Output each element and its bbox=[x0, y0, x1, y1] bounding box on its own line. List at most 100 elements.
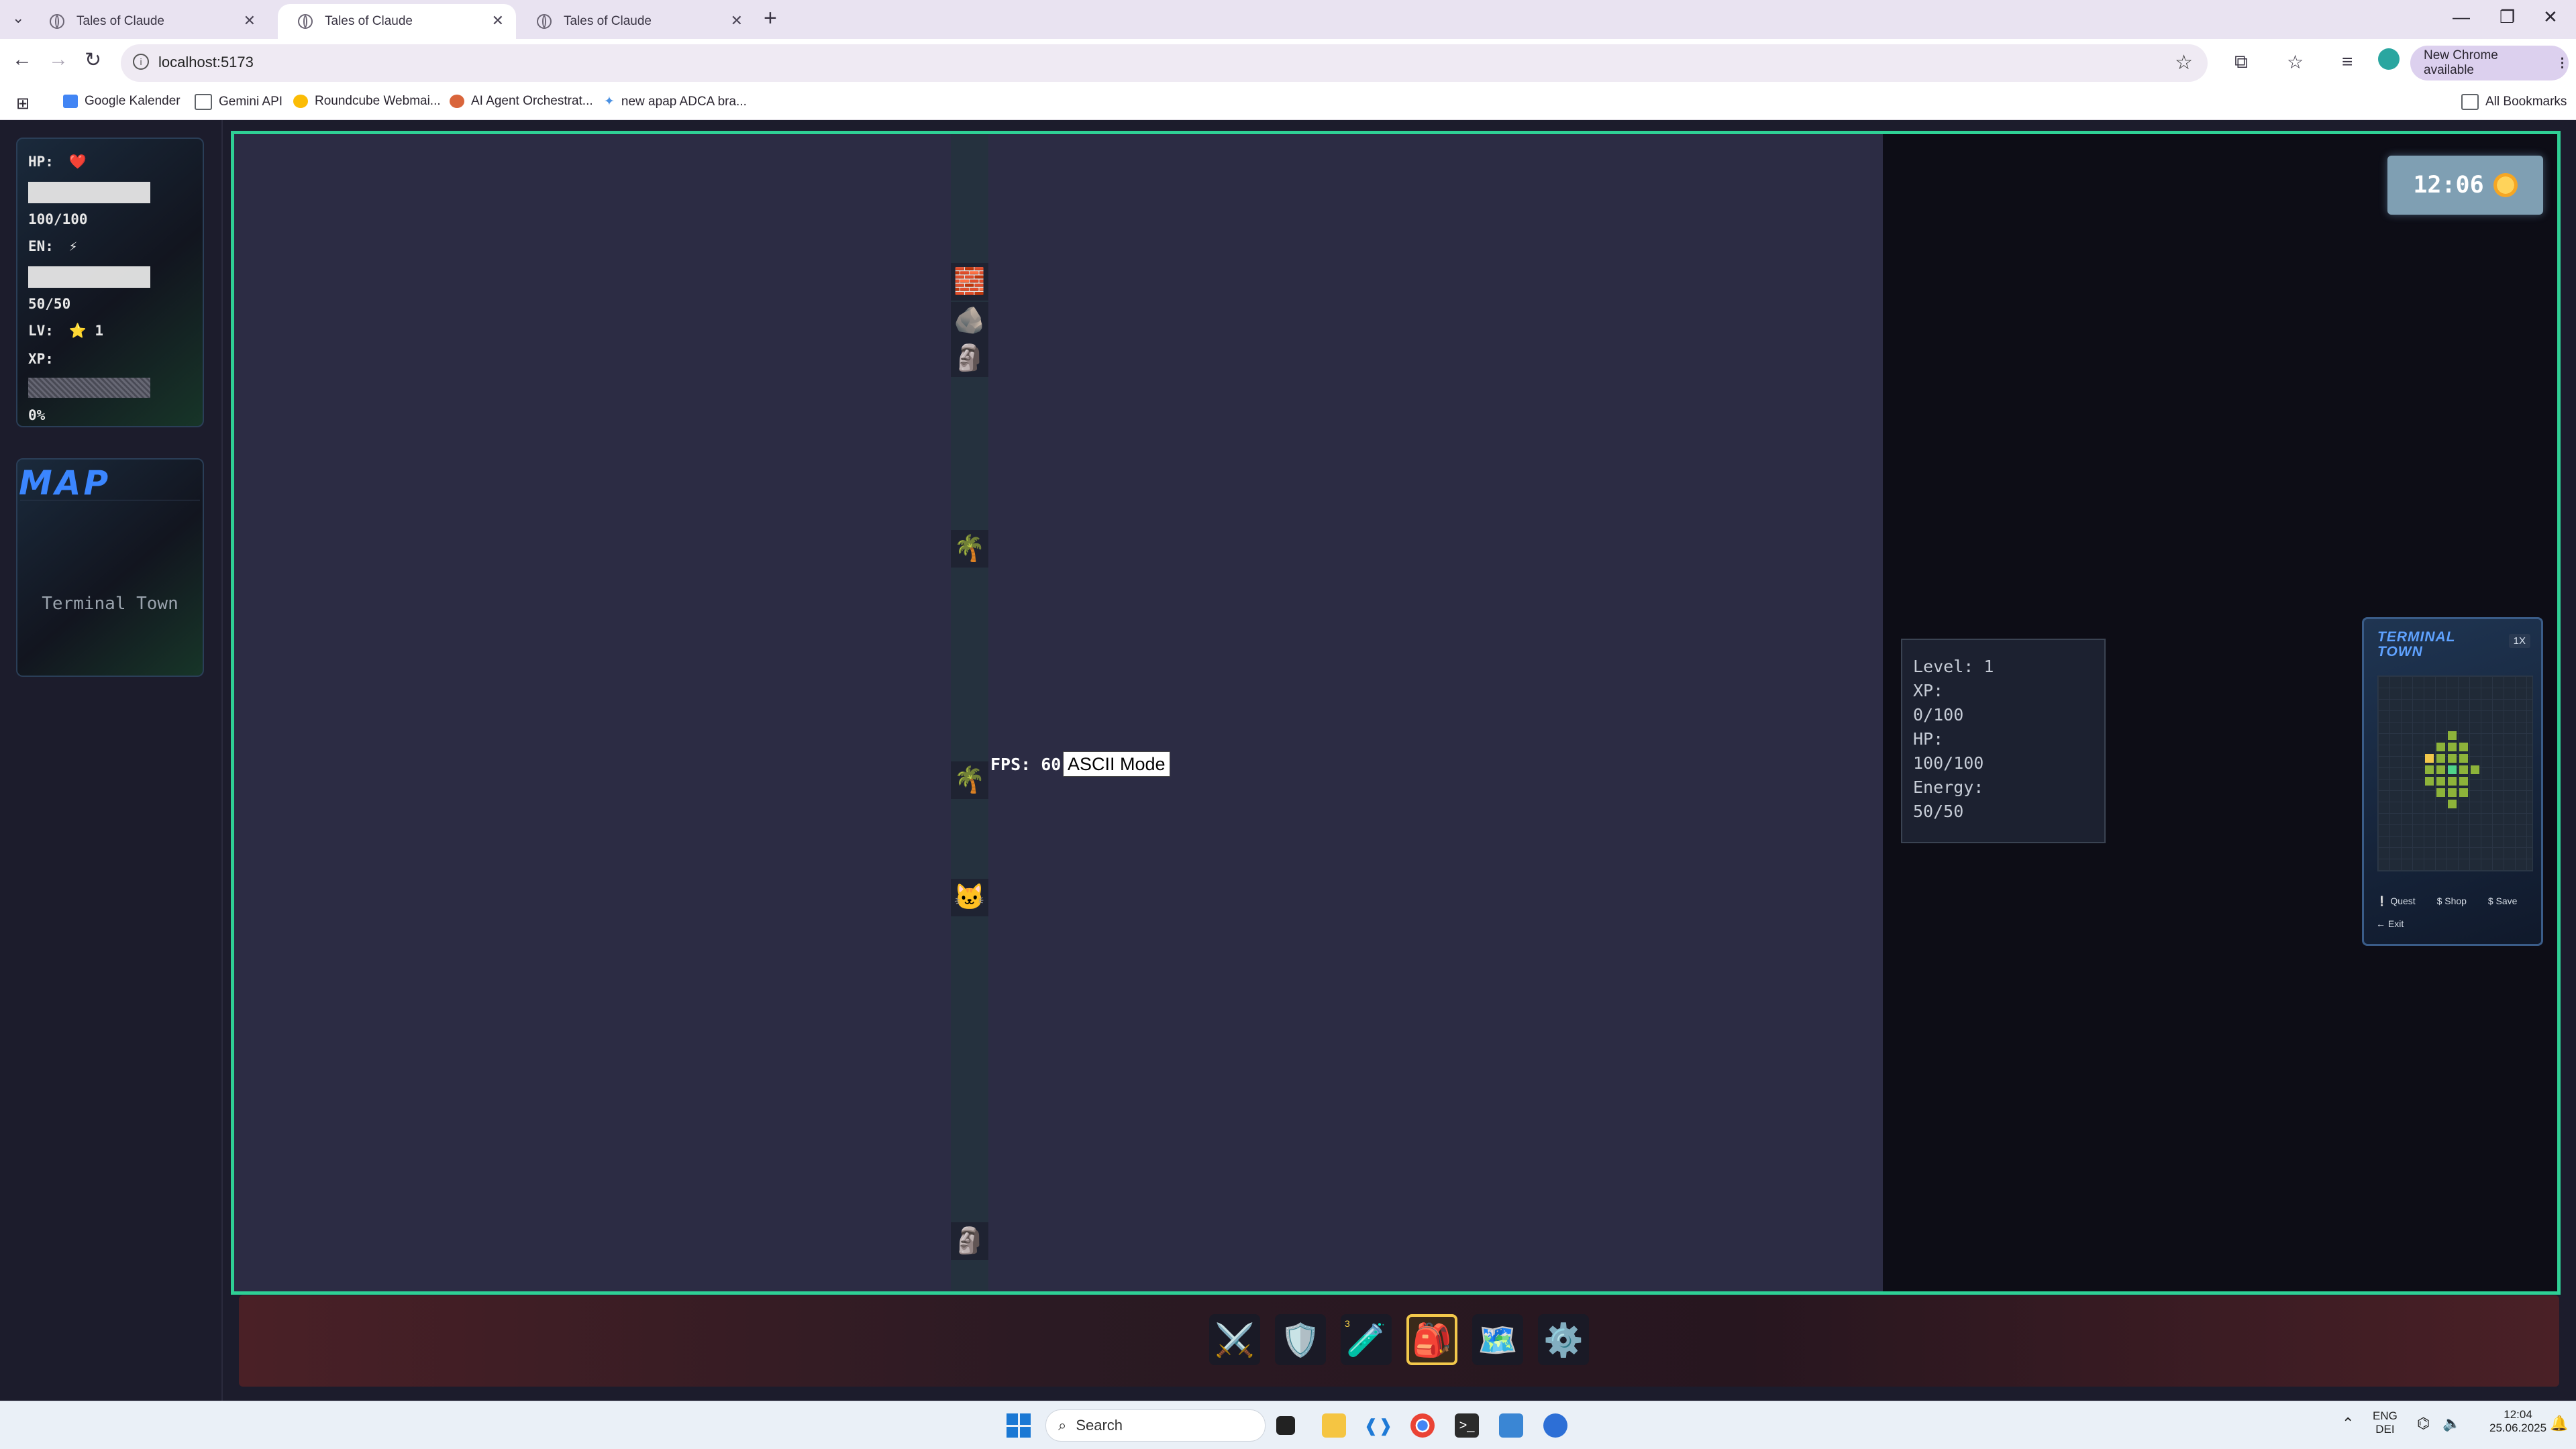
game-viewport[interactable]: 🧱 🪨 🗿 🌴 🌴 🐱 🗿 FPS: 60 ASCII Mode bbox=[231, 131, 2561, 1295]
bookmark-label: new apap ADCA bra... bbox=[621, 94, 747, 109]
lv-value: 1 bbox=[95, 323, 104, 339]
minimap-cell bbox=[2436, 788, 2445, 797]
fps-counter: FPS: 60 bbox=[990, 755, 1062, 774]
world-area[interactable]: 🧱 🪨 🗿 🌴 🌴 🐱 🗿 FPS: 60 ASCII Mode bbox=[234, 134, 1883, 1291]
game-app: HP: ❤️ 100/100 EN: ⚡ 50/50 LV: ⭐ 1 XP: 0… bbox=[0, 120, 2576, 1401]
palm-tree-tile: 🌴 bbox=[951, 761, 988, 799]
stone-tile: 🗿 bbox=[951, 1222, 988, 1260]
network-icon[interactable]: ⌬ bbox=[2417, 1415, 2430, 1432]
forward-icon[interactable]: → bbox=[48, 48, 68, 71]
minimize-icon[interactable]: — bbox=[2453, 7, 2470, 28]
minimap-cell bbox=[2448, 731, 2457, 740]
map-panel: MAP Terminal Town bbox=[16, 458, 204, 677]
stats-hp-value: 100/100 bbox=[1913, 753, 1984, 773]
quest-link[interactable]: ❕ Quest bbox=[2376, 896, 2425, 906]
bookmark-label: Gemini API bbox=[219, 95, 283, 109]
lang-top: ENG bbox=[2373, 1409, 2398, 1422]
taskbar-date: 25.06.2025 bbox=[2489, 1421, 2547, 1434]
media-icon[interactable]: ≡ bbox=[2342, 51, 2353, 72]
bookmark-roundcube[interactable]: Roundcube Webmai... bbox=[293, 94, 441, 109]
browser-tab-2[interactable]: Tales of Claude ✕ bbox=[278, 4, 516, 39]
notepad-icon[interactable] bbox=[1499, 1413, 1523, 1438]
new-tab-button[interactable]: + bbox=[764, 5, 777, 32]
close-tab-icon[interactable]: ✕ bbox=[492, 12, 504, 30]
bookmark-star-icon[interactable]: ☆ bbox=[2175, 51, 2193, 74]
minimap-grid[interactable] bbox=[2377, 676, 2533, 871]
save-link[interactable]: $ Save bbox=[2488, 896, 2527, 906]
url-text[interactable]: localhost:5173 bbox=[158, 54, 254, 71]
minimap-cell bbox=[2459, 788, 2468, 797]
tab-list-chevron-icon[interactable]: ⌄ bbox=[12, 9, 24, 27]
exit-link[interactable]: ← Exit bbox=[2376, 918, 2413, 929]
bookmark-google-kalender[interactable]: Google Kalender bbox=[63, 94, 181, 109]
app-icon[interactable] bbox=[1543, 1413, 1567, 1438]
star-icon: ⭐ bbox=[68, 323, 87, 339]
apps-grid-icon[interactable]: ⊞ bbox=[16, 94, 30, 113]
stats-hp-label: HP: bbox=[1913, 729, 1944, 749]
minimap-cell bbox=[2448, 800, 2457, 808]
close-tab-icon[interactable]: ✕ bbox=[244, 12, 256, 30]
new-chrome-available-button[interactable]: New Chrome available ⋮ bbox=[2410, 46, 2569, 80]
task-view-icon[interactable] bbox=[1276, 1416, 1295, 1435]
restore-icon[interactable]: ❐ bbox=[2500, 7, 2515, 28]
back-icon[interactable]: ← bbox=[12, 48, 32, 71]
minimap-cell bbox=[2459, 754, 2468, 763]
shield-icon: 🛡️ bbox=[1280, 1322, 1321, 1358]
all-bookmarks[interactable]: All Bookmarks bbox=[2461, 94, 2567, 110]
stone-tile: 🗿 bbox=[951, 339, 988, 377]
address-bar[interactable]: i localhost:5173 ☆ bbox=[121, 44, 2208, 82]
armor-slot[interactable]: 🛡️ bbox=[1275, 1314, 1326, 1365]
close-tab-icon[interactable]: ✕ bbox=[731, 12, 743, 30]
windows-taskbar: ⌕ Search ❰❱ >_ ⌃ ENG DEI ⌬ 🔈 12:04 25.06… bbox=[0, 1401, 2576, 1449]
terminal-icon[interactable]: >_ bbox=[1455, 1413, 1479, 1438]
stats-energy-label: Energy: bbox=[1913, 777, 1984, 797]
shop-link[interactable]: $ Shop bbox=[2437, 896, 2476, 906]
minimap-cell bbox=[2459, 743, 2468, 751]
minimap-cell bbox=[2459, 765, 2468, 774]
browser-tab-strip: ⌄ Tales of Claude ✕ Tales of Claude ✕ Ta… bbox=[0, 0, 2576, 39]
extensions-icon[interactable]: ⧉ bbox=[2234, 51, 2248, 73]
bookmark-gemini-api[interactable]: Gemini API bbox=[195, 94, 282, 110]
inventory-slot[interactable]: 🎒 bbox=[1406, 1314, 1457, 1365]
potions-slot[interactable]: 3 🧪 bbox=[1341, 1314, 1392, 1365]
clock-area[interactable]: 12:04 25.06.2025 bbox=[2489, 1408, 2546, 1435]
minimap-cell bbox=[2436, 765, 2445, 774]
minimap-cell bbox=[2448, 743, 2457, 751]
minimap-cell bbox=[2425, 765, 2434, 774]
new-chrome-label: New Chrome available bbox=[2424, 48, 2498, 77]
vscode-icon[interactable]: ❰❱ bbox=[1363, 1413, 1393, 1438]
minimap-title-line1: TERMINAL bbox=[2377, 629, 2456, 645]
browser-tab-1[interactable]: Tales of Claude ✕ bbox=[30, 4, 268, 39]
search-icon: ⌕ bbox=[1058, 1417, 1067, 1434]
minimap-cell bbox=[2425, 777, 2434, 786]
site-info-icon[interactable]: i bbox=[133, 54, 149, 70]
tray-chevron-icon[interactable]: ⌃ bbox=[2342, 1415, 2354, 1432]
bookmark-new-apap[interactable]: ✦ new apap ADCA bra... bbox=[604, 94, 747, 109]
rock-tile: 🪨 bbox=[951, 302, 988, 339]
weapons-slot[interactable]: ⚔️ bbox=[1209, 1314, 1260, 1365]
en-row: EN: ⚡ bbox=[28, 238, 77, 254]
xp-label: XP: bbox=[28, 351, 54, 367]
browser-tab-3[interactable]: Tales of Claude ✕ bbox=[517, 4, 755, 39]
chrome-icon[interactable] bbox=[1410, 1413, 1435, 1438]
sidebar-divider bbox=[221, 120, 223, 1401]
close-window-icon[interactable]: ✕ bbox=[2543, 7, 2558, 28]
reload-icon[interactable]: ↻ bbox=[85, 48, 101, 72]
minimap-zoom-button[interactable]: 1X bbox=[2508, 634, 2530, 648]
settings-slot[interactable]: ⚙️ bbox=[1538, 1314, 1589, 1365]
taskbar-search[interactable]: ⌕ Search bbox=[1045, 1409, 1266, 1442]
map-slot[interactable]: 🗺️ bbox=[1472, 1314, 1523, 1365]
bookmark-ai-agent[interactable]: AI Agent Orchestrat... bbox=[450, 94, 593, 109]
notification-icon[interactable]: 🔔 bbox=[2550, 1415, 2568, 1432]
bookmarks-icon[interactable]: ☆ bbox=[2287, 51, 2304, 73]
volume-icon[interactable]: 🔈 bbox=[2442, 1415, 2461, 1432]
ascii-mode-button[interactable]: ASCII Mode bbox=[1063, 751, 1170, 777]
profile-icon[interactable] bbox=[2378, 48, 2400, 70]
minimap-player-marker bbox=[2425, 754, 2434, 763]
file-explorer-icon[interactable] bbox=[1322, 1413, 1346, 1438]
player-stats-panel: HP: ❤️ 100/100 EN: ⚡ 50/50 LV: ⭐ 1 XP: 0… bbox=[16, 138, 204, 427]
menu-dots-icon: ⋮ bbox=[2556, 56, 2569, 70]
windows-start-icon[interactable] bbox=[1007, 1413, 1031, 1438]
xp-value: 0% bbox=[28, 407, 46, 423]
language-indicator[interactable]: ENG DEI bbox=[2373, 1409, 2398, 1436]
